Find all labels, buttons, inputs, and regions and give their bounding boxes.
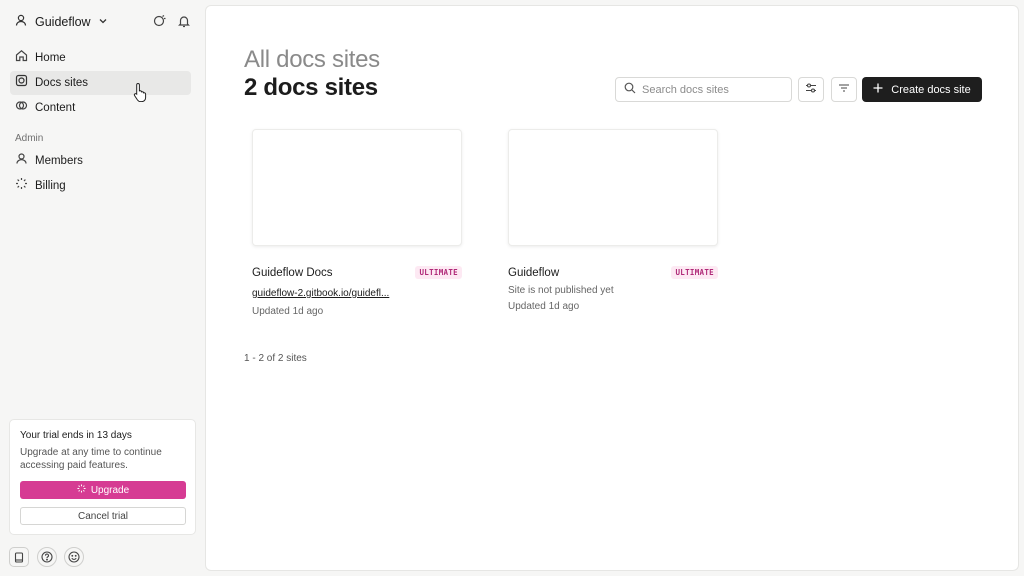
pagination-info: 1 - 2 of 2 sites — [244, 353, 307, 364]
search-input[interactable] — [642, 83, 782, 96]
site-thumbnail[interactable] — [252, 129, 462, 246]
sliders-icon — [805, 81, 817, 99]
smiley-icon[interactable] — [64, 547, 84, 567]
sort-lines-icon — [838, 81, 850, 99]
page-title: 2 docs sites — [244, 74, 378, 101]
docs-sites-icon — [15, 74, 28, 92]
sidebar-item-label: Billing — [35, 180, 66, 192]
filter-settings-button[interactable] — [798, 77, 824, 102]
trial-description: Upgrade at any time to continue accessin… — [20, 447, 162, 471]
trial-title: Your trial ends in 13 days — [20, 430, 132, 441]
create-docs-site-button[interactable]: Create docs site — [862, 77, 982, 102]
book-icon[interactable] — [9, 547, 29, 567]
site-card-guideflow: Guideflow ULTIMATE Site is not published… — [508, 129, 718, 312]
create-docs-site-label: Create docs site — [891, 83, 971, 96]
hand-cursor-icon — [133, 82, 149, 103]
site-name[interactable]: Guideflow Docs — [252, 267, 333, 279]
sidebar-item-home[interactable]: Home — [10, 46, 191, 70]
site-thumbnail[interactable] — [508, 129, 718, 246]
site-updated: Updated 1d ago — [508, 301, 580, 312]
sort-button[interactable] — [831, 77, 857, 102]
admin-section-label: Admin — [15, 133, 44, 144]
members-icon — [15, 152, 28, 170]
sidebar-item-docs-sites[interactable]: Docs sites — [10, 71, 191, 95]
org-icon — [14, 13, 28, 32]
help-icon[interactable] — [37, 547, 57, 567]
bell-icon[interactable] — [176, 13, 192, 29]
site-status: Site is not published yet — [508, 285, 614, 296]
org-name: Guideflow — [35, 15, 91, 29]
search-refresh-icon[interactable] — [152, 13, 168, 29]
sidebar-item-members[interactable]: Members — [10, 149, 191, 173]
plus-icon — [873, 83, 883, 96]
sidebar: Guideflow Home Docs sites Content Admin … — [0, 0, 204, 576]
sidebar-item-billing[interactable]: Billing — [10, 174, 191, 198]
site-url-link[interactable]: guideflow-2.gitbook.io/guidefl... — [252, 288, 400, 299]
search-icon — [624, 81, 636, 99]
site-updated: Updated 1d ago — [252, 306, 324, 317]
content-icon — [15, 99, 28, 117]
sidebar-item-label: Docs sites — [35, 77, 89, 89]
plan-badge: ULTIMATE — [415, 266, 462, 279]
trial-card: Your trial ends in 13 days Upgrade at an… — [9, 419, 196, 535]
page-supertitle: All docs sites — [244, 46, 380, 73]
search-box[interactable] — [615, 77, 792, 102]
site-name[interactable]: Guideflow — [508, 267, 559, 279]
sidebar-item-label: Content — [35, 102, 76, 114]
plan-badge: ULTIMATE — [671, 266, 718, 279]
site-card-guideflow-docs: Guideflow Docs ULTIMATE guideflow-2.gitb… — [252, 129, 462, 317]
main-panel: All docs sites 2 docs sites Create docs … — [205, 5, 1019, 571]
sidebar-item-label: Members — [35, 155, 83, 167]
sparkle-icon — [77, 484, 86, 496]
cancel-trial-button[interactable]: Cancel trial — [20, 507, 186, 525]
billing-icon — [15, 177, 28, 195]
upgrade-label: Upgrade — [90, 484, 130, 496]
upgrade-button[interactable]: Upgrade — [20, 481, 186, 499]
home-icon — [15, 49, 28, 67]
sidebar-item-label: Home — [35, 52, 66, 64]
sidebar-item-content[interactable]: Content — [10, 96, 191, 120]
org-switcher[interactable]: Guideflow — [14, 11, 108, 33]
chevron-down-icon — [98, 13, 108, 31]
